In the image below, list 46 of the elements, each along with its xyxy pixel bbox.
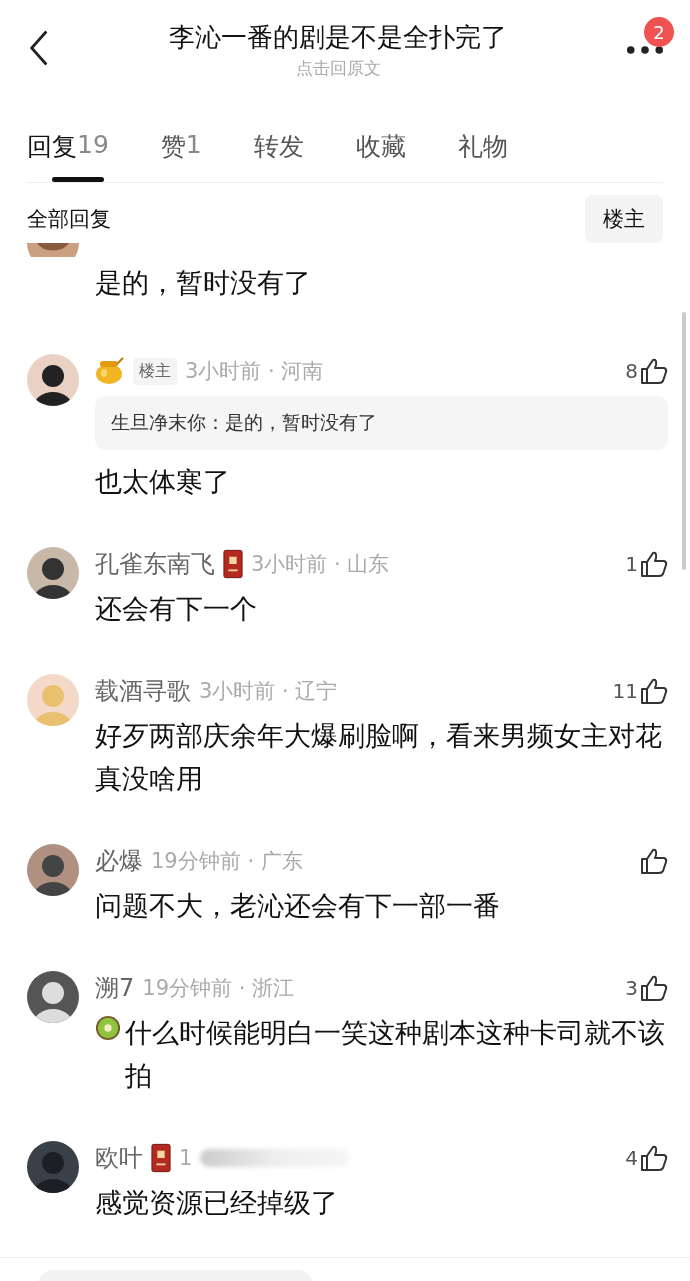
book-badge-icon bbox=[151, 1143, 171, 1173]
more-icon[interactable] bbox=[626, 45, 664, 55]
comment-text: 还会有下一个 bbox=[95, 592, 257, 626]
like-count: 1 bbox=[625, 552, 638, 576]
comment-meta: 3小时前 · 辽宁 bbox=[199, 678, 338, 705]
comment-meta: 19分钟前 · 浙江 bbox=[142, 975, 295, 1002]
section-label: 全部回复 bbox=[27, 206, 111, 233]
honey-jar-icon bbox=[95, 356, 125, 386]
book-badge-icon bbox=[223, 549, 243, 579]
user-name[interactable]: 溯7 bbox=[95, 972, 135, 1004]
thumbs-up-icon[interactable] bbox=[640, 677, 668, 705]
like-count: 4 bbox=[625, 1146, 638, 1170]
user-name[interactable]: 载酒寻歌 bbox=[95, 675, 191, 707]
like-count: 11 bbox=[612, 679, 638, 703]
thumbs-up-icon[interactable] bbox=[640, 550, 668, 578]
filter-button[interactable]: 楼主 bbox=[585, 195, 663, 243]
back-icon[interactable] bbox=[28, 29, 50, 67]
comment-text: 什么时候能明白一笑这种剧本这种卡司就不该拍 bbox=[125, 1016, 666, 1093]
comment-text: 感觉资源已经掉级了 bbox=[95, 1186, 338, 1220]
tab[interactable]: 礼物 bbox=[457, 112, 508, 182]
post-title: 李沁一番的剧是不是全扑完了 bbox=[169, 21, 507, 54]
user-name[interactable]: 必爆 bbox=[95, 845, 143, 877]
like-count: 3 bbox=[625, 976, 638, 1000]
author-tag: 楼主 bbox=[133, 357, 177, 385]
tab[interactable]: 赞1 bbox=[160, 112, 202, 182]
comment-text: 问题不大，老沁还会有下一部一番 bbox=[95, 889, 500, 923]
thumbs-up-icon[interactable] bbox=[640, 847, 668, 875]
comment-meta: 1 bbox=[179, 1146, 193, 1170]
tab[interactable]: 转发 bbox=[253, 112, 304, 182]
tab[interactable]: 回复19 bbox=[27, 112, 109, 182]
comment-text: 也太体寒了 bbox=[95, 465, 230, 499]
tab[interactable]: 收藏 bbox=[355, 112, 406, 182]
thumbs-up-icon[interactable] bbox=[640, 974, 668, 1002]
comment-meta: 3小时前 · 山东 bbox=[251, 551, 390, 578]
thumbs-up-icon[interactable] bbox=[640, 357, 668, 385]
comment-text: 好歹两部庆余年大爆刷脸啊，看来男频女主对花真没啥用 bbox=[95, 719, 663, 796]
kiwi-icon bbox=[95, 1015, 121, 1041]
user-name[interactable]: 孔雀东南飞 bbox=[95, 548, 215, 580]
notification-badge: 2 bbox=[644, 17, 674, 47]
comment-meta: 3小时前 · 河南 bbox=[185, 358, 324, 385]
comment-text: 是的，暂时没有了 bbox=[95, 266, 312, 300]
comment-meta: 19分钟前 · 广东 bbox=[151, 848, 303, 875]
thumbs-up-icon[interactable] bbox=[640, 1144, 668, 1172]
quoted-reply: 生旦净末你：是的，暂时没有了 bbox=[95, 396, 668, 450]
user-name[interactable]: 欧叶 bbox=[95, 1142, 143, 1174]
like-count: 8 bbox=[625, 359, 638, 383]
